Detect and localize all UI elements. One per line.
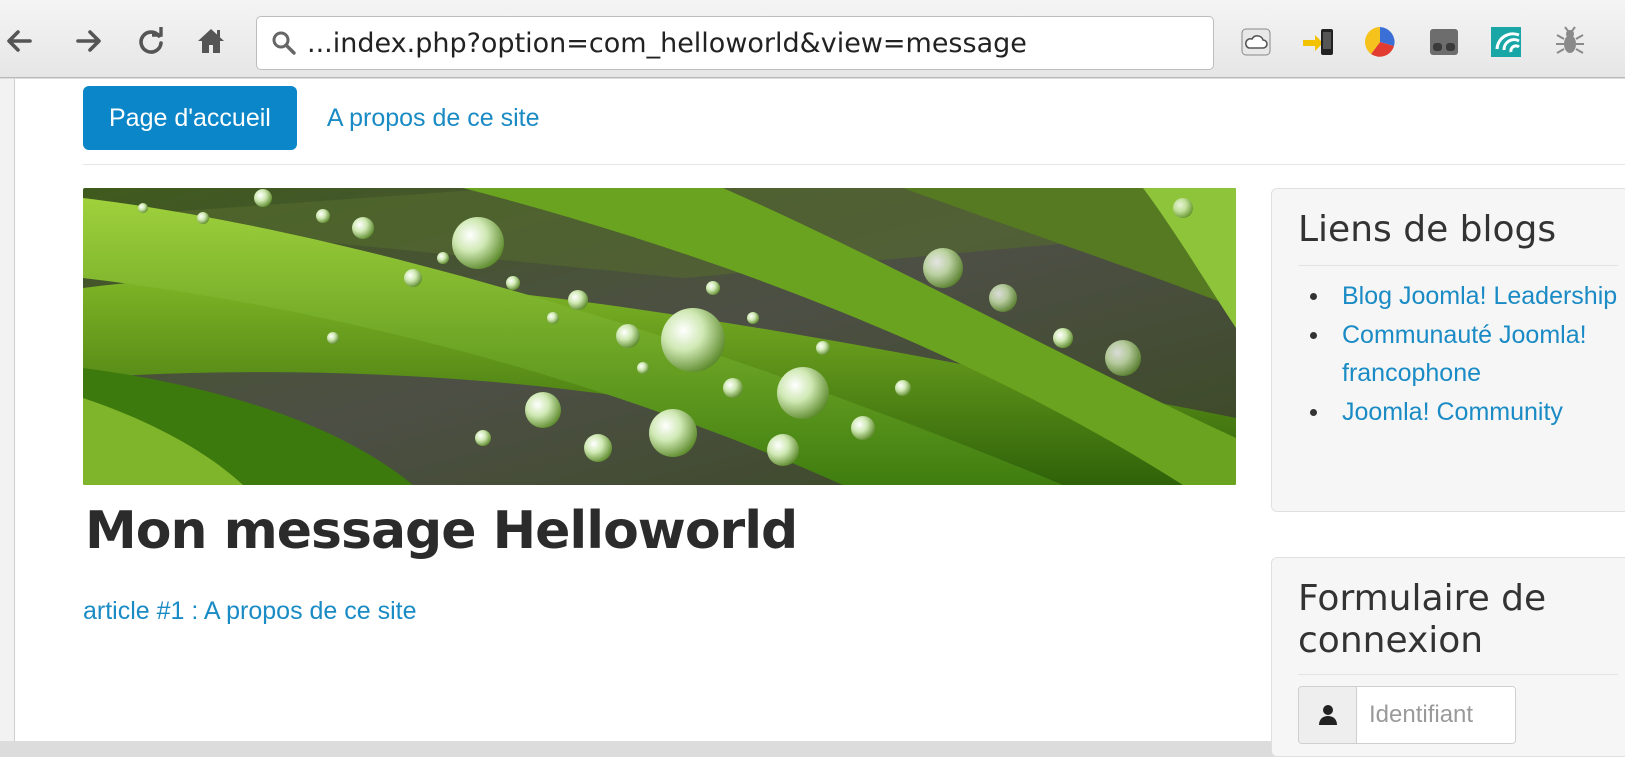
username-input[interactable] [1357,687,1515,743]
page-content: Page d'accueil A propos de ce site Mon m… [14,79,1625,757]
blog-link[interactable]: Joomla! Community [1342,398,1563,426]
module-divider [1298,265,1618,266]
bug-icon[interactable] [1550,22,1590,62]
blog-links-module: Liens de blogs Blog Joomla! Leadership C… [1271,188,1625,512]
user-icon [1299,687,1357,743]
main-menu: Page d'accueil A propos de ce site [83,86,539,150]
search-icon [271,30,297,56]
reload-icon[interactable] [134,20,168,62]
module-title: Liens de blogs [1298,209,1557,250]
menu-divider [83,164,1625,165]
header-banner-image [83,188,1236,485]
blog-links-list: Blog Joomla! Leadership Communauté Jooml… [1310,277,1622,432]
list-item: Joomla! Community [1310,393,1622,432]
list-item: Communauté Joomla! francophone [1310,316,1622,393]
menu-item-home[interactable]: Page d'accueil [83,86,297,150]
wave-icon[interactable] [1486,22,1526,62]
page-title: Mon message Helloworld [85,501,798,561]
username-field [1298,686,1516,744]
home-icon[interactable] [194,20,228,62]
menu-item-about[interactable]: A propos de ce site [327,104,540,133]
back-arrow-icon[interactable] [2,20,36,62]
browser-toolbar: ...index.php?option=com_helloworld&view=… [0,0,1625,78]
module-title: Formulaire de connexion [1298,578,1547,661]
color-pie-icon[interactable] [1360,22,1400,62]
login-form-module: Formulaire de connexion [1271,557,1625,757]
url-text[interactable]: ...index.php?option=com_helloworld&view=… [307,28,1027,59]
article-link[interactable]: article #1 : A propos de ce site [83,597,417,626]
address-bar[interactable]: ...index.php?option=com_helloworld&view=… [256,16,1214,70]
mask-icon[interactable] [1424,22,1464,62]
forward-arrow-icon[interactable] [72,20,106,62]
list-item: Blog Joomla! Leadership [1310,277,1622,316]
send-to-mobile-icon[interactable] [1298,22,1338,62]
module-divider [1298,674,1618,675]
window-left-gutter [0,79,14,741]
blog-link[interactable]: Blog Joomla! Leadership [1342,282,1617,310]
blog-link[interactable]: Communauté Joomla! francophone [1342,321,1587,388]
weather-cloud-icon[interactable] [1236,22,1276,62]
